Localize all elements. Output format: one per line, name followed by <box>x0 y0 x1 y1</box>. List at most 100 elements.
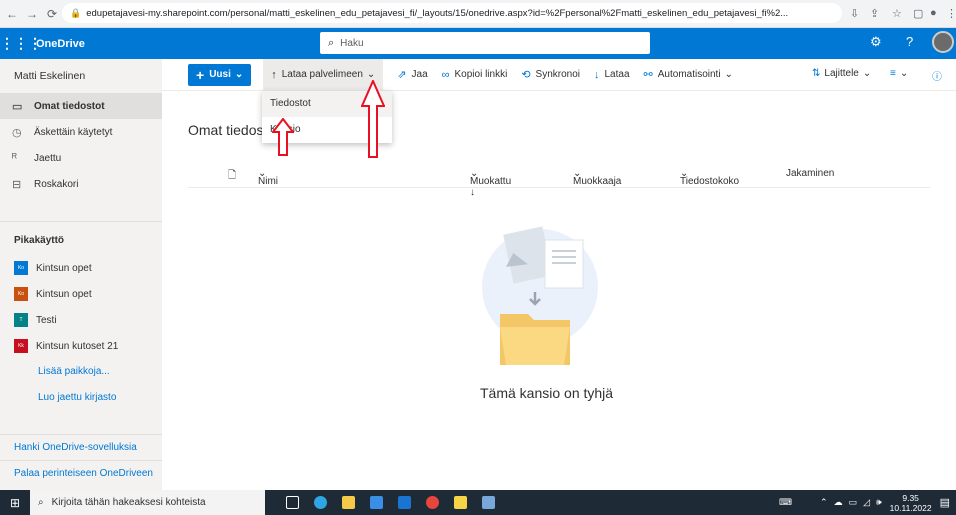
automate-icon: ⚯ <box>643 69 653 81</box>
clock[interactable]: 9.35 10.11.2022 <box>890 493 932 513</box>
task-view-icon[interactable] <box>279 494 305 512</box>
new-button[interactable]: + Uusi ⌄ <box>188 63 252 86</box>
menu-icon[interactable]: ⋮ <box>946 7 956 20</box>
bookmark-icon[interactable]: ☆ <box>892 7 902 20</box>
library-label: Testi <box>36 314 57 326</box>
settings-icon[interactable]: ⚙ <box>870 34 882 50</box>
library-label: Kintsun kutoset 21 <box>36 340 119 352</box>
download-icon: ↓ <box>594 68 600 81</box>
lock-icon: 🔒 <box>70 7 82 18</box>
taskbar-search[interactable]: ⌕ Kirjoita tähän hakeaksesi kohteista <box>30 490 265 515</box>
address-url: edupetajavesi-my.sharepoint.com/personal… <box>86 7 789 19</box>
chrome-icon[interactable] <box>419 494 445 512</box>
sync-label: Synkronoi <box>535 69 580 80</box>
file-type-icon[interactable]: 🗋 <box>228 168 236 185</box>
share-label: Jaa <box>411 69 428 80</box>
app-icon[interactable] <box>475 494 501 512</box>
app-header: ⋮⋮⋮ OneDrive ⌕ Haku ⚙ ? <box>0 28 956 59</box>
system-tray: ⌨ ⌃ ☁ ▭ ◿ 🕪 9.35 10.11.2022 ▤ <box>779 490 956 515</box>
create-library-link[interactable]: Luo jaettu kirjasto <box>0 385 162 411</box>
new-button-label: Uusi <box>209 69 231 80</box>
view-options-button[interactable]: ≡ ⌄ <box>890 68 908 79</box>
chevron-down-icon: ⌄ <box>899 68 909 79</box>
sort-label: Lajittele <box>824 68 859 79</box>
column-modified[interactable]: Muokattu ↓ ⌄ <box>470 168 511 198</box>
link-icon: ∞ <box>441 68 450 81</box>
sidebar-item-label: Äskettäin käytetyt <box>34 126 113 138</box>
clock-date: 10.11.2022 <box>889 502 932 513</box>
battery-icon[interactable]: ▭ <box>849 497 858 508</box>
network-icon[interactable]: ◿ <box>863 497 870 508</box>
annotation-arrow-up-icon <box>361 80 385 158</box>
automate-button[interactable]: ⚯ Automatisointi ⌄ <box>644 68 733 81</box>
sync-icon: ⟲ <box>521 69 531 81</box>
reload-icon[interactable]: ⟳ <box>44 7 60 21</box>
library-label: Kintsun opet <box>36 262 92 274</box>
sidebar-item-shared[interactable]: ᴿ Jaettu <box>0 145 162 171</box>
avatar[interactable] <box>932 31 954 53</box>
clock-time: 9.35 <box>902 492 919 503</box>
empty-folder-message: Tämä kansio on tyhjä <box>480 385 614 401</box>
help-icon[interactable]: ? <box>906 34 913 49</box>
upload-icon: ↑ <box>271 68 277 81</box>
library-item[interactable]: T Testi <box>0 307 162 333</box>
library-icon: Ko <box>14 261 28 275</box>
sidebar-item-recycle-bin[interactable]: ⊟ Roskakori <box>0 171 162 197</box>
windows-taskbar: ⊞ ⌕ Kirjoita tähän hakeaksesi kohteista … <box>0 490 956 515</box>
sidebar-item-label: Omat tiedostot <box>34 100 105 112</box>
app-name[interactable]: OneDrive <box>36 38 85 50</box>
notification-icon[interactable]: ▤ <box>940 496 950 509</box>
clock-icon: ◷ <box>12 126 22 139</box>
more-places-link[interactable]: Lisää paikkoja... <box>0 359 162 385</box>
column-sharing[interactable]: Jakaminen <box>786 168 834 179</box>
sidebar: Matti Eskelinen ▭ Omat tiedostot ◷ Äsket… <box>0 59 162 490</box>
address-bar[interactable]: 🔒 edupetajavesi-my.sharepoint.com/person… <box>62 3 842 23</box>
automate-label: Automatisointi <box>657 69 721 80</box>
get-apps-link[interactable]: Hanki OneDrive-sovelluksia <box>0 434 162 460</box>
info-icon: ⓘ <box>932 72 942 83</box>
install-app-icon[interactable]: ⇩ <box>850 7 859 20</box>
store-icon[interactable] <box>363 494 389 512</box>
volume-icon[interactable]: 🕪 <box>876 497 882 508</box>
forward-icon[interactable]: → <box>24 7 40 21</box>
sidebar-item-my-files[interactable]: ▭ Omat tiedostot <box>0 93 162 119</box>
annotation-arrow-up-icon <box>272 118 294 156</box>
library-label: Kintsun opet <box>36 288 92 300</box>
onedrive-icon[interactable]: ☁ <box>834 497 843 508</box>
profile-icon[interactable]: ● <box>930 7 937 19</box>
app-launcher-icon[interactable]: ⋮⋮⋮ <box>0 35 42 52</box>
taskbar-search-placeholder: Kirjoita tähän hakeaksesi kohteista <box>51 497 206 508</box>
share-button[interactable]: ⇗ Jaa <box>397 68 427 81</box>
sort-button[interactable]: ⇅ Lajittele ⌄ <box>812 68 871 79</box>
download-button[interactable]: ↓ Lataa <box>594 69 630 81</box>
app-icon[interactable] <box>447 494 473 512</box>
chevron-up-icon[interactable]: ⌃ <box>820 497 828 508</box>
list-view-icon: ≡ <box>890 68 896 79</box>
library-icon: Kk <box>14 339 28 353</box>
library-icon: T <box>14 313 28 327</box>
people-icon: ᴿ <box>12 152 17 164</box>
share-page-icon[interactable]: ⇪ <box>870 7 879 20</box>
mail-icon[interactable] <box>391 494 417 512</box>
sync-button[interactable]: ⟲ Synkronoi <box>521 68 580 81</box>
copy-link-button[interactable]: ∞ Kopioi linkki <box>442 69 508 81</box>
windows-start-icon[interactable]: ⊞ <box>0 496 30 510</box>
tab-search-icon[interactable]: ▢ <box>913 7 923 20</box>
classic-onedrive-link[interactable]: Palaa perinteiseen OneDriveen <box>0 460 162 486</box>
column-file-size[interactable]: Tiedostokoko ⌄ <box>680 168 739 187</box>
info-button[interactable]: ⓘ <box>932 68 946 83</box>
search-placeholder: Haku <box>340 37 364 49</box>
column-modified-by[interactable]: Muokkaaja ⌄ <box>573 168 621 187</box>
library-item[interactable]: Kk Kintsun kutoset 21 <box>0 333 162 359</box>
file-explorer-icon[interactable] <box>335 494 361 512</box>
library-item[interactable]: Ko Kintsun opet <box>0 281 162 307</box>
search-box[interactable]: ⌕ Haku <box>320 32 650 54</box>
upload-label: Lataa palvelimeen <box>281 69 363 80</box>
keyboard-icon[interactable]: ⌨ <box>779 497 792 508</box>
sidebar-item-recent[interactable]: ◷ Äskettäin käytetyt <box>0 119 162 145</box>
library-item[interactable]: Ko Kintsun opet <box>0 255 162 281</box>
edge-icon[interactable] <box>307 494 333 512</box>
column-name[interactable]: Nimi ⌄ <box>258 168 278 187</box>
search-icon: ⌕ <box>38 497 44 508</box>
back-icon[interactable]: ← <box>4 7 20 21</box>
